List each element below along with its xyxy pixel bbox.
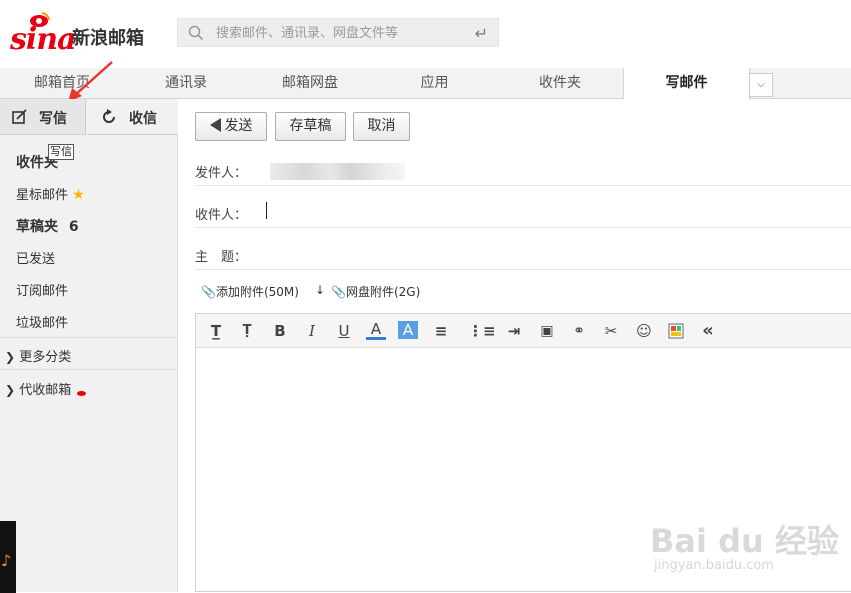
- italic-icon[interactable]: I: [302, 321, 322, 341]
- bold-icon[interactable]: B: [270, 321, 290, 341]
- subject-label: 主 题：: [195, 250, 248, 265]
- folder-starred[interactable]: 星标邮件 ★: [16, 184, 85, 203]
- font-size-icon[interactable]: Ṭ: [237, 321, 257, 341]
- font-color-icon[interactable]: A: [366, 321, 386, 340]
- text-caret: [266, 202, 267, 219]
- folder-sent[interactable]: 已发送: [16, 248, 55, 267]
- folder-spam[interactable]: 垃圾邮件: [16, 312, 68, 331]
- receive-button[interactable]: 收信: [87, 99, 178, 135]
- new-dot-icon: [77, 391, 87, 396]
- bullet-list-icon[interactable]: ⋮≡: [468, 321, 496, 341]
- cancel-button[interactable]: 取消: [353, 112, 410, 141]
- folder-drafts[interactable]: 草稿夹 6: [16, 216, 79, 236]
- subject-input[interactable]: [262, 240, 851, 266]
- chevron-right-icon: ❯: [5, 350, 16, 364]
- folder-subscriptions[interactable]: 订阅邮件: [16, 280, 68, 299]
- tab-compose[interactable]: 写邮件: [623, 68, 750, 99]
- music-note-icon: ♪: [1, 551, 12, 570]
- add-attachment-link[interactable]: 📎添加附件(50M): [201, 283, 299, 300]
- divider: [195, 269, 851, 270]
- watermark-url: jingyan.baidu.com: [654, 558, 774, 573]
- watermark-main: Bai du 经验: [650, 522, 839, 560]
- cloud-attachment-link[interactable]: 📎网盘附件(2G): [331, 283, 420, 300]
- paperclip-icon: 📎: [201, 285, 216, 299]
- tooltip: 写信: [48, 144, 74, 160]
- send-arrow-icon: [209, 118, 221, 132]
- divider: [0, 369, 178, 370]
- insert-image-icon[interactable]: ▣: [537, 321, 557, 341]
- search-icon[interactable]: [188, 25, 204, 41]
- compose-icon: [12, 109, 27, 124]
- editor-toolbar: T̲ Ṭ B I U A A ≡ ⋮≡ ⇥ ▣ ⚭ ✂ ☺ «: [196, 314, 851, 348]
- enter-icon[interactable]: ↵: [475, 24, 488, 43]
- to-input[interactable]: [262, 198, 851, 224]
- logo-text: sina: [10, 22, 77, 57]
- more-categories[interactable]: ❯ 更多分类: [5, 346, 71, 365]
- divider: [195, 227, 851, 228]
- highlight-color-icon[interactable]: A: [398, 321, 418, 339]
- receive-label: 收信: [129, 111, 157, 127]
- annotation-arrow-icon: [68, 61, 113, 102]
- star-icon: ★: [72, 187, 85, 203]
- brand-name: 新浪邮箱: [72, 28, 144, 49]
- tab-apps[interactable]: 应用: [372, 68, 497, 98]
- proxy-mailbox[interactable]: ❯ 代收邮箱: [5, 379, 87, 398]
- tab-contacts[interactable]: 通讯录: [124, 68, 248, 98]
- to-label: 收件人：: [195, 208, 248, 223]
- main-nav: 邮箱首页 通讯录 邮箱网盘 应用 收件夹 写邮件 ⌵: [0, 68, 851, 99]
- link-icon[interactable]: ⚭: [569, 321, 589, 341]
- from-label: 发件人：: [195, 166, 248, 181]
- write-button[interactable]: 写信: [0, 99, 86, 135]
- scissors-icon[interactable]: ✂: [601, 321, 621, 341]
- emoji-icon[interactable]: ☺: [634, 321, 654, 341]
- indent-icon[interactable]: ⇥: [504, 321, 524, 341]
- music-player[interactable]: ♪: [0, 521, 16, 593]
- paperclip-icon: 📎: [331, 285, 346, 299]
- chevron-right-icon: ❯: [5, 383, 16, 397]
- search-input[interactable]: [216, 22, 456, 44]
- send-button[interactable]: 发送: [195, 112, 267, 141]
- stationery-icon[interactable]: [666, 321, 686, 341]
- sidebar: 写信 收信 收件夹 写信 星标邮件 ★ 草稿夹 6 已发送 订阅邮件 垃圾邮件 …: [0, 99, 178, 593]
- divider: [0, 337, 178, 338]
- font-family-icon[interactable]: T̲: [206, 321, 226, 341]
- baidu-watermark: Bai du 经验 jingyan.baidu.com: [650, 516, 850, 592]
- collapse-toolbar-icon[interactable]: «: [698, 321, 718, 341]
- attachment-dropdown-icon[interactable]: ↓: [315, 283, 325, 297]
- save-draft-button[interactable]: 存草稿: [275, 112, 346, 141]
- tab-inbox[interactable]: 收件夹: [497, 68, 623, 98]
- sender-address: [270, 163, 405, 180]
- write-label: 写信: [39, 111, 67, 127]
- tab-cloud-drive[interactable]: 邮箱网盘: [248, 68, 372, 98]
- draft-count: 6: [68, 219, 79, 235]
- search-box[interactable]: ↵: [177, 18, 499, 47]
- underline-icon[interactable]: U: [334, 321, 354, 341]
- divider: [195, 185, 851, 186]
- align-icon[interactable]: ≡: [431, 321, 451, 341]
- chevron-down-icon[interactable]: ⌵: [749, 73, 773, 97]
- refresh-icon: [103, 109, 115, 123]
- sina-logo[interactable]: sina 新浪邮箱: [6, 8, 156, 57]
